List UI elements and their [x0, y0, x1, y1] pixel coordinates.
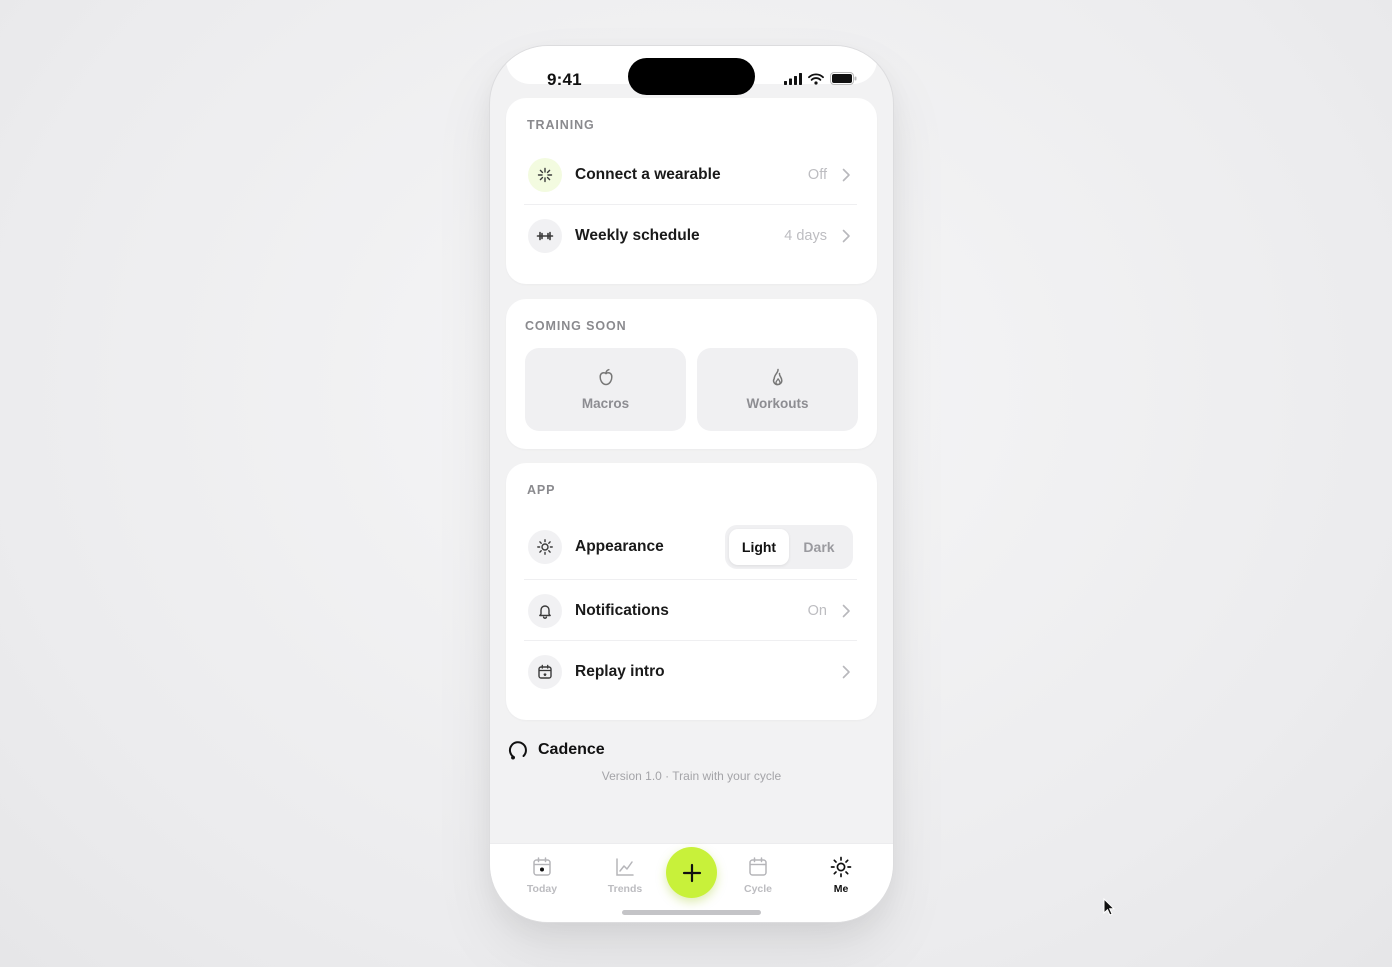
calendar-icon	[749, 857, 767, 876]
tab-trends[interactable]: Trends	[595, 856, 655, 895]
tab-bar: Today Trends Cycle Me	[490, 843, 893, 922]
row-label: Connect a wearable	[575, 165, 721, 183]
row-value: On	[807, 602, 827, 619]
sparkle-icon	[528, 157, 562, 192]
tab-label: Trends	[607, 883, 643, 895]
phone-frame: 9:41 TRAINING Connect a wearable Off Wee…	[490, 46, 893, 922]
tab-label: Me	[833, 883, 849, 895]
sun-icon	[528, 530, 562, 564]
macros-tile: Macros	[525, 348, 686, 431]
workouts-tile: Workouts	[697, 348, 858, 431]
dumbbell-icon	[528, 219, 562, 253]
chevron-right-icon	[842, 665, 850, 679]
dynamic-island	[628, 58, 755, 95]
row-label: Notifications	[575, 601, 669, 619]
chevron-right-icon	[842, 604, 850, 617]
coming-soon-card: COMING SOON Macros Workouts	[506, 299, 877, 449]
row-value: 4 days	[784, 228, 827, 244]
plus-icon	[682, 863, 701, 882]
calendar-star-icon	[528, 655, 562, 689]
appearance-segmented-control: Light Dark	[725, 525, 853, 569]
chart-line-icon	[616, 858, 634, 876]
tab-cycle[interactable]: Cycle	[728, 856, 788, 895]
battery-icon	[830, 72, 857, 85]
wifi-icon	[808, 72, 824, 85]
brand-name: Cadence	[538, 741, 605, 758]
status-icons	[784, 72, 857, 85]
tab-today[interactable]: Today	[512, 856, 572, 895]
section-title: APP	[527, 483, 556, 497]
apple-icon	[598, 368, 613, 386]
add-button[interactable]	[666, 847, 717, 898]
status-time: 9:41	[547, 70, 582, 89]
calendar-day-icon	[533, 857, 551, 876]
section-title: COMING SOON	[525, 319, 627, 333]
tab-me[interactable]: Me	[811, 856, 871, 895]
version-text: Version 1.0 · Train with your cycle	[601, 769, 782, 783]
bell-icon	[528, 593, 562, 628]
row-label: Replay intro	[575, 663, 665, 680]
app-card: APP Appearance Light Dark Notifications …	[506, 463, 877, 720]
brand: Cadence	[508, 740, 605, 760]
tile-label: Workouts	[746, 396, 809, 411]
signal-icon	[784, 72, 802, 85]
connect-wearable-row[interactable]: Connect a wearable Off	[524, 145, 857, 205]
appearance-row: Appearance Light Dark	[524, 515, 857, 580]
training-card: TRAINING Connect a wearable Off Weekly s…	[506, 98, 877, 284]
light-option[interactable]: Light	[729, 529, 789, 565]
chevron-right-icon	[842, 168, 850, 181]
home-indicator	[622, 910, 761, 915]
dark-option[interactable]: Dark	[789, 529, 849, 565]
tile-label: Macros	[581, 396, 630, 411]
weekly-schedule-row[interactable]: Weekly schedule 4 days	[524, 206, 857, 266]
tab-label: Today	[526, 883, 558, 895]
row-value: Off	[807, 166, 827, 183]
mouse-cursor-icon	[1103, 898, 1115, 916]
flame-icon	[772, 368, 783, 386]
sun-icon	[830, 856, 852, 878]
row-label: Weekly schedule	[575, 227, 700, 244]
cadence-logo-icon	[509, 741, 527, 760]
chevron-right-icon	[842, 229, 850, 243]
replay-intro-row[interactable]: Replay intro	[524, 642, 857, 702]
tab-label: Cycle	[743, 883, 773, 895]
section-title: TRAINING	[527, 118, 595, 132]
notifications-row[interactable]: Notifications On	[524, 581, 857, 641]
status-bar: 9:41	[506, 46, 877, 95]
